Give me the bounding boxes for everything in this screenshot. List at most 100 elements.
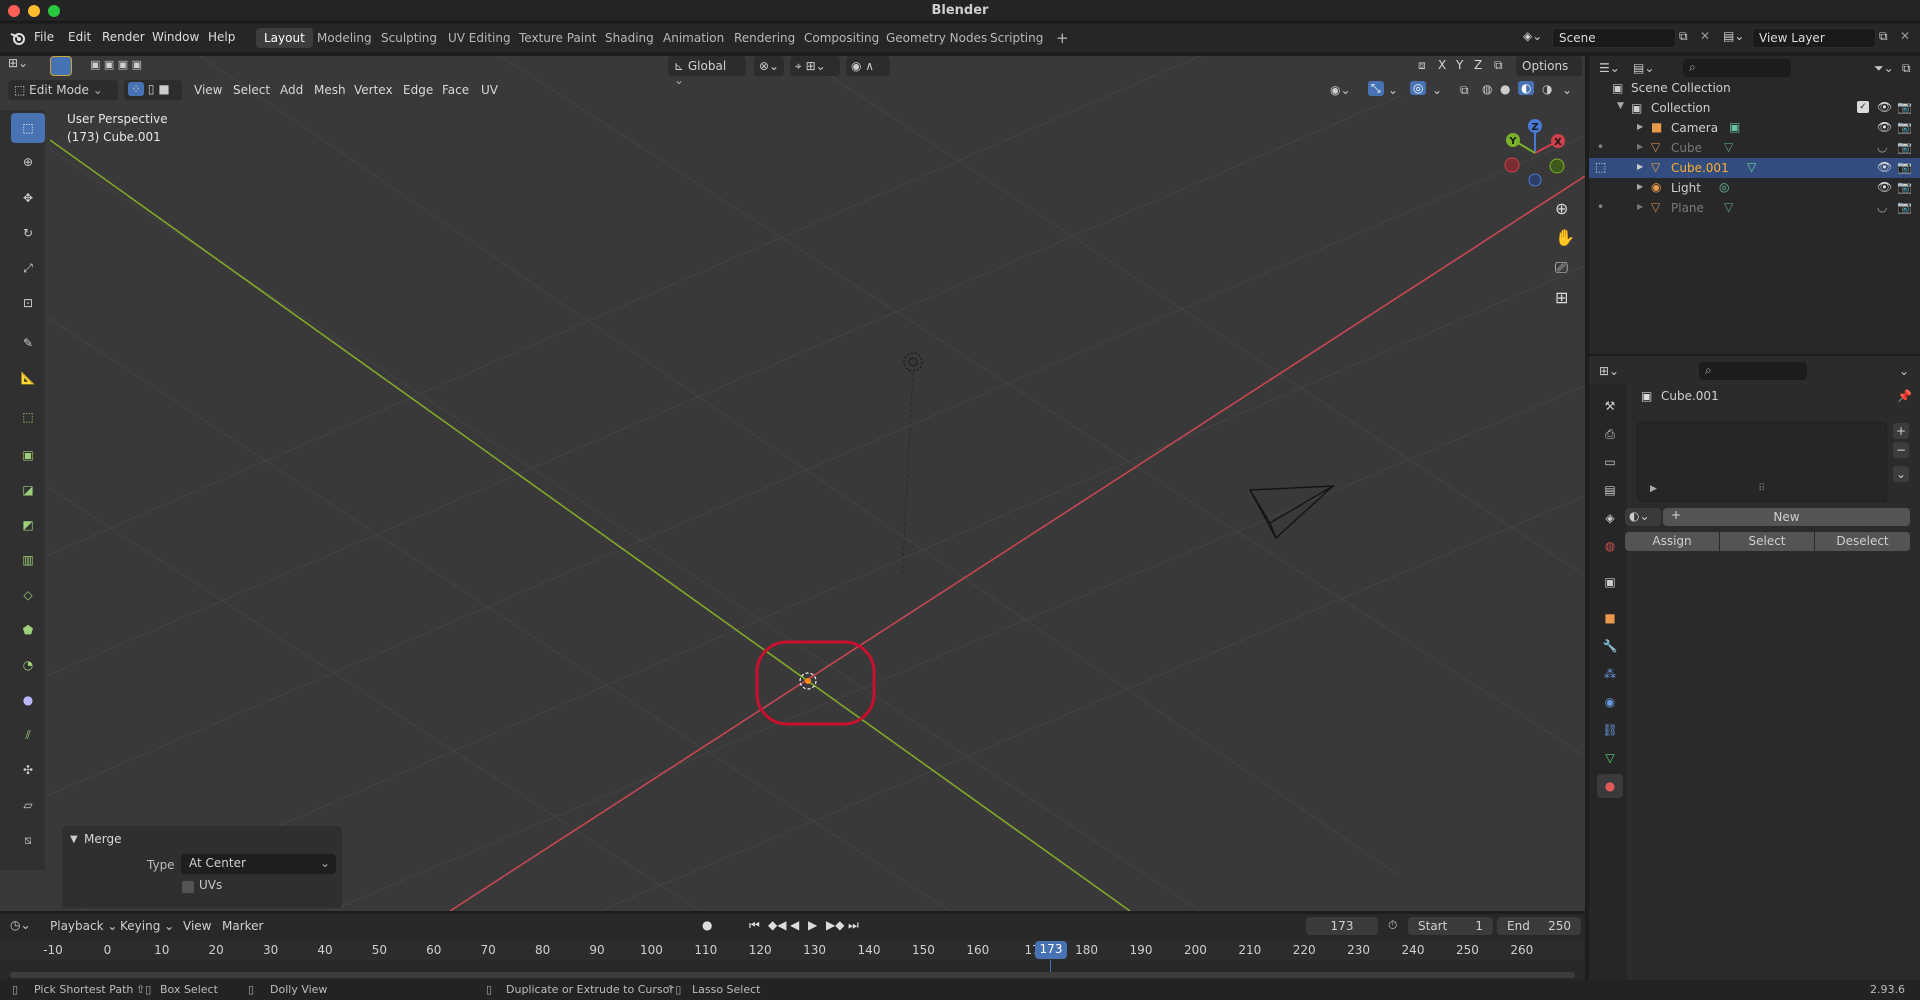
render-tab-icon[interactable]: ⎙ bbox=[1597, 422, 1623, 446]
tab-sculpting[interactable]: Sculpting bbox=[373, 28, 445, 48]
expand-arrow-icon[interactable]: ▶ bbox=[1637, 202, 1643, 211]
collection-visibility-icon[interactable]: 👁 bbox=[1877, 100, 1892, 114]
tab-uv-editing[interactable]: UV Editing bbox=[440, 28, 519, 48]
shading-dropdown-icon[interactable]: ⌄ bbox=[1562, 83, 1572, 97]
render-camera-icon[interactable]: 📷 bbox=[1897, 120, 1912, 134]
inset-tool-icon[interactable]: ◪ bbox=[11, 475, 45, 505]
outliner-row-light[interactable]: ▶ ◉ Light ◎ 👁 📷 bbox=[1589, 178, 1920, 198]
add-slot-button[interactable]: + bbox=[1893, 423, 1909, 439]
properties-editor-type-icon[interactable]: ⊞⌄ bbox=[1599, 364, 1619, 378]
menu-window[interactable]: Window bbox=[152, 30, 199, 44]
poly-build-tool-icon[interactable]: ⬟ bbox=[11, 615, 45, 645]
material-preview-shading-icon[interactable]: ◐ bbox=[1518, 81, 1535, 95]
new-material-button[interactable]: + New bbox=[1663, 508, 1910, 526]
world-tab-icon[interactable]: ◍ bbox=[1597, 534, 1623, 558]
visibility-eye-icon[interactable]: 👁 bbox=[1877, 180, 1892, 194]
new-view-layer-icon[interactable]: ⧉ bbox=[1879, 29, 1888, 44]
merge-type-dropdown[interactable]: At Center ⌄ bbox=[181, 854, 336, 874]
move-tool-icon[interactable]: ✥ bbox=[11, 183, 45, 213]
render-camera-icon[interactable]: 📷 bbox=[1897, 160, 1912, 174]
new-collection-icon[interactable]: ⧉ bbox=[1902, 61, 1911, 76]
tool-tab-icon[interactable]: ⚒ bbox=[1597, 394, 1623, 418]
select-tool-icon[interactable]: ⬚ bbox=[11, 113, 45, 143]
menu-playback[interactable]: Playback ⌄ bbox=[50, 919, 117, 933]
edit-mode-indicator-icon[interactable]: ⬚ bbox=[1595, 160, 1606, 174]
tab-compositing[interactable]: Compositing bbox=[796, 28, 887, 48]
edge-slide-tool-icon[interactable]: ⫽ bbox=[11, 720, 45, 750]
filter-icon[interactable]: ⏷⌄ bbox=[1874, 61, 1894, 76]
collection-exclude-checkbox[interactable]: ✓ bbox=[1857, 101, 1869, 113]
options-dropdown[interactable]: Options ⌄ bbox=[1516, 56, 1582, 87]
assign-button[interactable]: Assign bbox=[1625, 532, 1719, 551]
menu-edit[interactable]: Edit bbox=[68, 30, 91, 44]
hidden-eye-icon[interactable]: ◡ bbox=[1877, 200, 1887, 214]
outliner-editor-type-icon[interactable]: ☰⌄ bbox=[1599, 61, 1620, 75]
jump-to-start-icon[interactable]: ⏮ bbox=[749, 918, 760, 933]
mesh-data-icon[interactable]: ▽ bbox=[1747, 160, 1756, 174]
add-cube-tool-icon[interactable]: ⬚ bbox=[11, 402, 45, 432]
expand-arrow-icon[interactable]: ▶ bbox=[1637, 162, 1643, 171]
viewport-scene[interactable]: Z X Y bbox=[0, 56, 1585, 911]
editor-type-button[interactable]: ⊞⌄ bbox=[8, 56, 38, 74]
collapse-arrow-icon[interactable]: ▼ bbox=[70, 834, 78, 845]
scene-selector-icon[interactable]: ◈⌄ bbox=[1523, 29, 1542, 43]
topology-mirror-icon[interactable]: ⧉ bbox=[1494, 58, 1503, 73]
mesh-data-icon[interactable]: ▽ bbox=[1724, 140, 1733, 154]
collection-tab-icon[interactable]: ▣ bbox=[1597, 570, 1623, 594]
delete-view-layer-icon[interactable]: ✕ bbox=[1900, 29, 1910, 43]
edge-select-icon[interactable]: ▯ bbox=[148, 82, 155, 96]
menu-add[interactable]: Add bbox=[280, 83, 303, 97]
mirror-z-toggle[interactable]: Z bbox=[1474, 58, 1482, 72]
playhead-marker[interactable]: 173 bbox=[1035, 941, 1067, 959]
overlays-toggle-icon[interactable]: ◎ bbox=[1410, 81, 1427, 95]
camera-view-icon[interactable]: ⎚ bbox=[1555, 258, 1568, 278]
light-data-icon[interactable]: ◎ bbox=[1719, 180, 1729, 194]
mode-dropdown[interactable]: ⬚ Edit Mode ⌄ bbox=[8, 80, 118, 100]
face-select-icon[interactable]: ■ bbox=[158, 82, 169, 96]
object-tab-icon[interactable]: ■ bbox=[1597, 606, 1623, 630]
blender-logo-icon[interactable] bbox=[10, 31, 26, 45]
tab-geometry-nodes[interactable]: Geometry Nodes bbox=[878, 28, 995, 48]
expand-arrow-icon[interactable]: ▼ bbox=[1617, 101, 1624, 111]
menu-select[interactable]: Select bbox=[233, 83, 270, 97]
frame-ruler[interactable]: -10 0 10 20 30 40 50 60 70 80 90 100 110 120 130 140 150… bbox=[0, 940, 1585, 960]
slot-specials-button[interactable]: ⌄ bbox=[1893, 466, 1909, 482]
timeline-editor-type-icon[interactable]: ◷⌄ bbox=[10, 918, 31, 932]
menu-file[interactable]: File bbox=[34, 30, 54, 44]
properties-options-icon[interactable]: ⌄ bbox=[1899, 364, 1909, 378]
start-frame-field[interactable]: Start 1 bbox=[1408, 917, 1493, 935]
pin-icon[interactable]: 📌 bbox=[1897, 389, 1912, 403]
menu-uv[interactable]: UV bbox=[481, 83, 498, 97]
loop-cut-tool-icon[interactable]: ▥ bbox=[11, 545, 45, 575]
outliner-row-cube[interactable]: • ▶ ▽ Cube ▽ ◡ 📷 bbox=[1589, 138, 1920, 158]
vertex-select-icon[interactable]: ⁘ bbox=[128, 82, 145, 96]
outliner-search-input[interactable]: ⌕ bbox=[1683, 59, 1791, 77]
outliner-row-cube-001[interactable]: ⬚ ▶ ▽ Cube.001 ▽ 👁 📷 bbox=[1589, 158, 1920, 178]
bevel-tool-icon[interactable]: ◩ bbox=[11, 510, 45, 540]
selection-mode-buttons[interactable]: ▣ ▣ ▣ ▣ bbox=[90, 58, 180, 74]
mirror-x-toggle[interactable]: X bbox=[1438, 58, 1446, 72]
add-workspace-icon[interactable]: + bbox=[1048, 26, 1077, 47]
measure-tool-icon[interactable]: 📐 bbox=[11, 363, 45, 393]
play-reverse-icon[interactable]: ◀ bbox=[790, 918, 799, 932]
list-resize-handle[interactable]: ⠿ bbox=[1758, 483, 1765, 494]
preview-range-clock-icon[interactable]: ⏱ bbox=[1388, 918, 1397, 933]
cursor-tool-icon[interactable]: ⊕ bbox=[11, 147, 45, 177]
menu-keying[interactable]: Keying ⌄ bbox=[120, 919, 174, 933]
transform-orientation-dropdown[interactable]: ⊾ Global ⌄ bbox=[668, 56, 746, 87]
visibility-eye-icon[interactable]: 👁 bbox=[1877, 160, 1892, 174]
tab-layout[interactable]: Layout bbox=[256, 28, 313, 48]
browse-material-button[interactable]: ◐⌄ bbox=[1625, 508, 1661, 526]
render-camera-icon[interactable]: 📷 bbox=[1897, 180, 1912, 194]
expand-arrow-icon[interactable]: ▶ bbox=[1637, 182, 1643, 191]
rip-region-tool-icon[interactable]: ⧅ bbox=[11, 825, 45, 855]
remove-slot-button[interactable]: − bbox=[1893, 442, 1909, 458]
outliner-row-camera[interactable]: ▶ ■ Camera ▣ 👁 📷 bbox=[1589, 118, 1920, 138]
camera-data-icon[interactable]: ▣ bbox=[1729, 120, 1740, 134]
mirror-icon[interactable]: ⧈ bbox=[1418, 58, 1426, 73]
extrude-tool-icon[interactable]: ▣ bbox=[11, 440, 45, 470]
output-tab-icon[interactable]: ▭ bbox=[1597, 450, 1623, 474]
tab-rendering[interactable]: Rendering bbox=[726, 28, 803, 48]
record-keyframe-icon[interactable]: ● bbox=[702, 918, 712, 932]
menu-marker[interactable]: Marker bbox=[222, 919, 263, 933]
